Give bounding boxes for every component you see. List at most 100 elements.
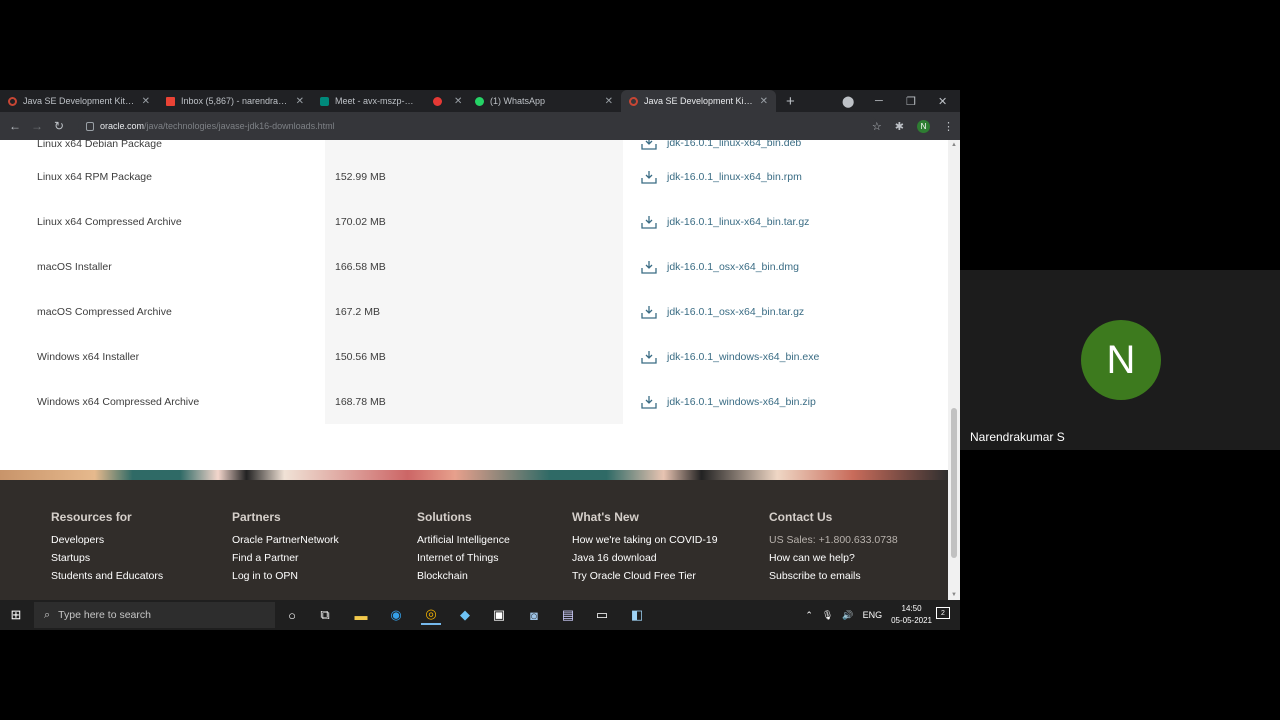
footer-link[interactable]: Subscribe to emails	[769, 570, 898, 583]
tab-title: Java SE Development Kit 16	[23, 96, 136, 106]
notification-center-icon[interactable]: 2	[936, 607, 950, 619]
notepad-icon[interactable]: ◧	[627, 605, 647, 625]
close-tab-icon[interactable]: ✕	[142, 96, 150, 107]
footer-column-contact: Contact Us US Sales: +1.800.633.0738 How…	[769, 510, 898, 588]
close-tab-icon[interactable]: ✕	[296, 96, 304, 107]
download-link[interactable]: jdk-16.0.1_osx-x64_bin.tar.gz	[623, 305, 925, 319]
language-indicator[interactable]: ENG	[863, 610, 883, 620]
download-filename[interactable]: jdk-16.0.1_osx-x64_bin.tar.gz	[667, 306, 804, 318]
download-icon	[641, 170, 657, 184]
footer-link[interactable]: Log in to OPN	[232, 570, 339, 583]
tab-pinned-red[interactable]: ✕	[425, 90, 467, 112]
footer-link[interactable]: Internet of Things	[417, 552, 510, 565]
task-view-icon[interactable]: ⧉	[315, 605, 335, 625]
close-tab-icon[interactable]: ✕	[760, 96, 768, 107]
page-scrollbar[interactable]: ▲ ▼	[948, 140, 960, 600]
download-filename[interactable]: jdk-16.0.1_linux-x64_bin.rpm	[667, 171, 802, 183]
tab-java-se-1[interactable]: Java SE Development Kit 16 ✕	[0, 90, 158, 112]
footer-link[interactable]: How can we help?	[769, 552, 898, 565]
footer-link[interactable]: Try Oracle Cloud Free Tier	[572, 570, 718, 583]
footer-column-partners: Partners Oracle PartnerNetwork Find a Pa…	[232, 510, 339, 588]
microphone-icon[interactable]: 🎙	[822, 610, 833, 621]
store-icon[interactable]: ▣	[489, 605, 509, 625]
app-icon[interactable]: ◆	[455, 605, 475, 625]
download-icon	[641, 260, 657, 274]
tab-title: Java SE Development Kit 16	[644, 96, 754, 106]
menu-icon[interactable]: ⋮	[943, 120, 954, 133]
bookmark-star-icon[interactable]: ☆	[872, 120, 882, 133]
download-link[interactable]: jdk-16.0.1_linux-x64_bin.rpm	[623, 170, 925, 184]
download-filename[interactable]: jdk-16.0.1_windows-x64_bin.exe	[667, 351, 819, 363]
clock-time: 14:50	[901, 604, 922, 613]
footer-link[interactable]: Find a Partner	[232, 552, 339, 565]
address-bar[interactable]: oracle.com /java/technologies/javase-jdk…	[78, 116, 878, 136]
participant-tile[interactable]: N Narendrakumar S	[960, 270, 1280, 450]
extensions-icon[interactable]: ✱	[895, 120, 904, 133]
tab-search-icon[interactable]: ⬤	[842, 90, 854, 112]
footer-link[interactable]: Java 16 download	[572, 552, 718, 565]
chrome-icon[interactable]: ◎	[421, 605, 441, 625]
footer-link[interactable]: Blockchain	[417, 570, 510, 583]
search-icon: ⌕	[44, 608, 51, 621]
footer-link[interactable]: Developers	[51, 534, 163, 547]
file-size	[325, 140, 623, 154]
participant-name: Narendrakumar S	[970, 430, 1065, 444]
tab-inbox[interactable]: Inbox (5,867) - narendra@jr ✕	[158, 90, 312, 112]
profile-avatar[interactable]: N	[917, 119, 930, 133]
terminal-icon[interactable]: ▭	[592, 605, 612, 625]
close-tab-icon[interactable]: ✕	[605, 96, 613, 107]
system-tray: ⌃ 🎙 🔊 ENG 14:50 05-05-2021	[805, 600, 932, 630]
back-icon[interactable]: ←	[4, 119, 26, 133]
windows-start-icon[interactable]: ⊞	[0, 607, 32, 623]
footer-link[interactable]: Startups	[51, 552, 163, 565]
product-name: Linux x64 RPM Package	[37, 170, 152, 183]
forward-icon[interactable]: →	[26, 119, 48, 133]
close-window-button[interactable]: ✕	[938, 90, 947, 112]
red-favicon-icon	[433, 96, 442, 106]
tab-java-se-active[interactable]: Java SE Development Kit 16 ✕	[621, 90, 776, 112]
scrollbar-thumb[interactable]	[951, 408, 957, 558]
footer-link[interactable]: Artificial Intelligence	[417, 534, 510, 547]
file-explorer-icon[interactable]: ▬	[351, 605, 371, 625]
download-link[interactable]: jdk-16.0.1_osx-x64_bin.dmg	[623, 260, 925, 274]
download-filename[interactable]: jdk-16.0.1_linux-x64_bin.tar.gz	[667, 216, 809, 228]
download-filename[interactable]: jdk-16.0.1_osx-x64_bin.dmg	[667, 261, 799, 273]
reload-icon[interactable]: ↻	[48, 119, 70, 133]
download-link[interactable]: jdk-16.0.1_linux-x64_bin.tar.gz	[623, 215, 925, 229]
close-tab-icon[interactable]: ✕	[454, 96, 462, 107]
chevron-up-icon[interactable]: ⌃	[805, 610, 813, 621]
minimize-button[interactable]: ─	[875, 90, 883, 112]
cortana-icon[interactable]: ○	[282, 605, 302, 625]
footer-link[interactable]: Students and Educators	[51, 570, 163, 583]
footer-column-whats-new: What's New How we're taking on COVID-19 …	[572, 510, 718, 588]
table-row: Linux x64 Compressed Archive 170.02 MB jdk…	[25, 199, 925, 244]
file-size: 152.99 MB	[325, 154, 623, 199]
volume-icon[interactable]: 🔊	[842, 610, 853, 621]
camera-icon[interactable]: ◙	[524, 605, 544, 625]
scroll-down-icon[interactable]: ▼	[948, 592, 960, 598]
tab-title: (1) WhatsApp	[490, 96, 546, 106]
clock-date: 05-05-2021	[891, 616, 932, 625]
tab-meet[interactable]: Meet - avx-mszp-bqd	[312, 90, 425, 112]
download-link[interactable]: jdk-16.0.1_windows-x64_bin.exe	[623, 350, 925, 364]
footer-link[interactable]: How we're taking on COVID-19	[572, 534, 718, 547]
footer-link[interactable]: Oracle PartnerNetwork	[232, 534, 339, 547]
download-icon	[641, 395, 657, 409]
download-filename[interactable]: jdk-16.0.1_windows-x64_bin.zip	[667, 396, 816, 408]
taskbar-search-box[interactable]: ⌕ Type here to search	[34, 602, 275, 628]
maximize-button[interactable]: ❐	[906, 90, 916, 112]
clock[interactable]: 14:50 05-05-2021	[891, 603, 932, 627]
tab-whatsapp[interactable]: (1) WhatsApp ✕	[467, 90, 621, 112]
download-icon	[641, 140, 657, 150]
download-link[interactable]: jdk-16.0.1_windows-x64_bin.zip	[623, 395, 925, 409]
app-icon[interactable]: ▤	[558, 605, 578, 625]
download-link[interactable]: jdk-16.0.1_linux-x64_bin.deb	[623, 140, 925, 154]
table-row: Linux x64 RPM Package 152.99 MB jdk-16.0.1…	[25, 154, 925, 199]
table-row: Windows x64 Installer 150.56 MB jdk-16.0.1…	[25, 334, 925, 379]
scroll-up-icon[interactable]: ▲	[948, 142, 960, 148]
windows-taskbar: ⊞ ⌕ Type here to search ○ ⧉ ▬ ◉ ◎ ◆ ▣ ◙ …	[0, 600, 960, 630]
footer-heading: Contact Us	[769, 510, 833, 524]
web-page: Linux x64 Debian Package jdk-16.0.1_linu…	[0, 140, 948, 600]
edge-icon[interactable]: ◉	[386, 605, 406, 625]
new-tab-button[interactable]: +	[786, 93, 795, 110]
